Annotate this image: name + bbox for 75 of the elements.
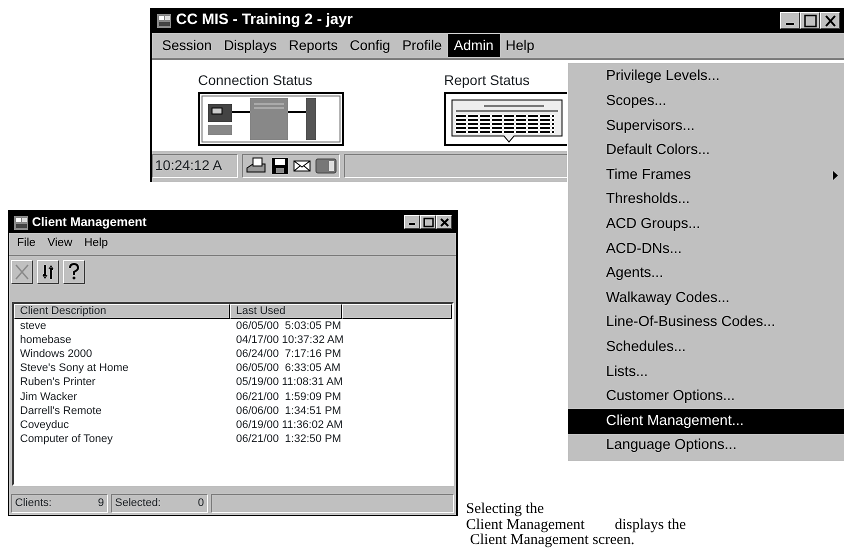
menu-item[interactable]: Thresholds...: [568, 188, 844, 213]
table-cell-text: 06/05/00 6:33:05 AM: [235, 361, 342, 376]
menu-item[interactable]: Privilege Levels...: [568, 65, 844, 90]
status-value: 9: [98, 496, 104, 512]
help-button[interactable]: [63, 260, 85, 284]
menu-item[interactable]: Time Frames: [568, 163, 844, 188]
close-button[interactable]: [436, 215, 452, 230]
column-header[interactable]: Last Used: [230, 304, 342, 319]
table-cell-text: 06/06/00 1:34:51 PM: [235, 404, 342, 418]
menu-item[interactable]: Line-Of-Business Codes...: [568, 310, 844, 336]
app-icon: [156, 12, 172, 28]
panel-label: Connection Status: [198, 71, 312, 90]
menu-item[interactable]: Language Options...: [568, 434, 844, 458]
printer-icon: [245, 156, 267, 176]
minimize-icon: [409, 223, 415, 226]
caption-text: displays the: [614, 518, 686, 533]
caption-text: Selecting the: [466, 502, 545, 518]
refresh-button[interactable]: [37, 260, 59, 284]
caption-text: Client Management: [466, 518, 585, 533]
menu-item[interactable]: ACD Groups...: [568, 212, 844, 238]
table-cell-text: 06/21/00 1:32:50 PM: [235, 432, 342, 446]
menu-item[interactable]: Customer Options...: [568, 384, 844, 410]
menu-item[interactable]: Profile: [396, 34, 448, 57]
maximize-icon: [421, 216, 435, 228]
table-cell-text: 06/05/00 5:03:05 PM: [235, 318, 342, 333]
menu-item[interactable]: Config: [344, 34, 396, 57]
menu-item[interactable]: Session: [156, 34, 218, 57]
table-cell-text: Ruben's Printer: [19, 375, 96, 390]
menu-item[interactable]: Agents...: [568, 262, 844, 286]
status-label: Clients:: [15, 496, 52, 512]
envelope-icon: [293, 158, 311, 172]
table-cell-text: Windows 2000: [19, 346, 94, 362]
panel-label: Report Status: [444, 71, 530, 90]
menu-item[interactable]: Client Management...: [568, 409, 844, 434]
table-cell-text: 06/21/00 1:59:09 PM: [235, 390, 342, 404]
menu-item[interactable]: Scopes...: [568, 90, 844, 114]
table-cell-text: Coveyduc: [19, 418, 70, 432]
table-cell-text: 06/24/00 7:17:16 PM: [235, 346, 342, 362]
status-time: 10:24:12 A: [155, 156, 222, 175]
column-header[interactable]: Client Description: [14, 304, 230, 319]
menu-item[interactable]: Reports: [282, 34, 344, 57]
window-title: CC MIS - Training 2 - jayr: [176, 10, 353, 30]
menu-item[interactable]: File: [11, 234, 42, 254]
table-cell-text: steve: [19, 318, 48, 333]
minimize-button[interactable]: [780, 12, 800, 29]
menu-item[interactable]: Default Colors...: [568, 138, 844, 164]
table-cell-text: Computer of Toney: [19, 432, 114, 446]
maximize-button[interactable]: [800, 12, 820, 29]
close-button[interactable]: [820, 12, 840, 29]
menu-item[interactable]: Help: [78, 234, 114, 254]
caption-text: Client Management screen.: [470, 533, 635, 548]
table-cell-text: Steve's Sony at Home: [19, 361, 130, 376]
maximize-button[interactable]: [420, 215, 436, 230]
menu-item[interactable]: View: [42, 234, 78, 254]
app-icon: [13, 214, 28, 230]
minimize-icon: [786, 23, 794, 25]
menu-item[interactable]: Schedules...: [568, 336, 844, 360]
menu-item[interactable]: Admin: [448, 34, 500, 57]
table-cell-text: 04/17/00 10:37:32 AM: [235, 332, 342, 347]
minimize-button[interactable]: [404, 215, 420, 230]
table-cell-text: 06/19/00 11:36:02 AM: [235, 418, 342, 432]
menu-item[interactable]: Displays: [218, 34, 283, 57]
table-cell-text: homebase: [19, 332, 72, 347]
menu-item[interactable]: Help: [500, 34, 540, 57]
status-label: Selected:: [115, 496, 161, 512]
table-cell-text: Darrell's Remote: [19, 404, 103, 418]
table-cell-text: Jim Wacker: [19, 390, 78, 404]
submenu-arrow-icon: [833, 171, 838, 180]
menu-item[interactable]: ACD-DNs...: [568, 237, 844, 262]
menu-item[interactable]: Lists...: [568, 360, 844, 385]
status-value: 0: [198, 496, 204, 512]
menu-item[interactable]: Walkaway Codes...: [568, 286, 844, 311]
window-title: Client Management: [32, 214, 147, 231]
table-cell-text: 05/19/00 11:08:31 AM: [235, 375, 342, 390]
menu-item[interactable]: Supervisors...: [568, 114, 844, 139]
